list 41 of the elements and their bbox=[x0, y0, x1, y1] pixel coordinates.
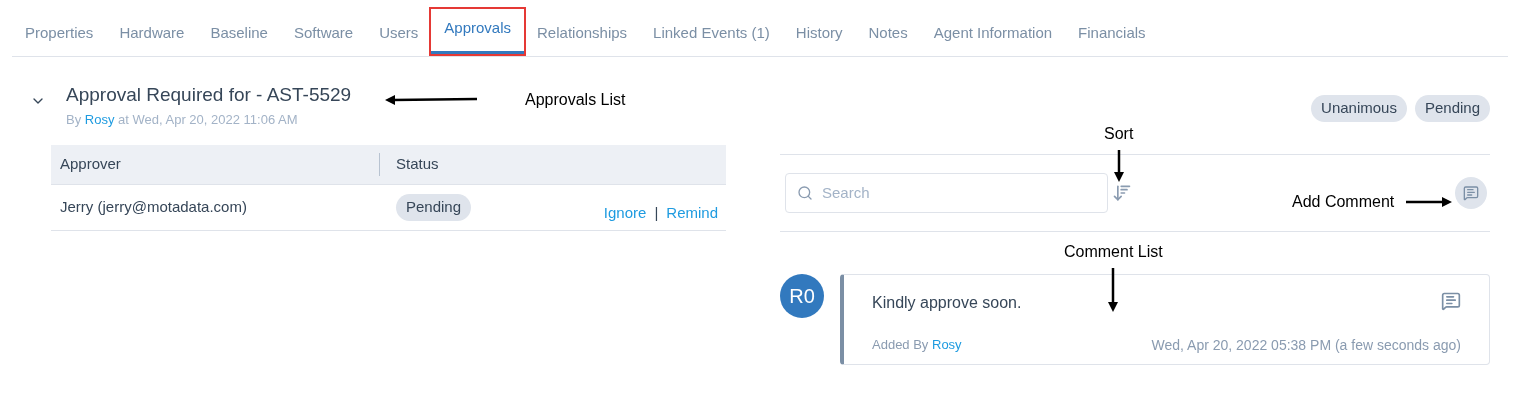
annotation-arrow bbox=[1112, 150, 1125, 182]
approval-title: Approval Required for - AST-5529 bbox=[66, 83, 352, 107]
tab[interactable]: Properties bbox=[12, 13, 107, 56]
annotation-arrow bbox=[1406, 196, 1453, 208]
action-link[interactable]: Remind bbox=[666, 202, 718, 225]
add-comment-button[interactable] bbox=[1455, 176, 1487, 209]
annotation-label: Sort bbox=[1104, 124, 1134, 144]
avatar: R0 bbox=[780, 273, 824, 318]
reply-icon[interactable] bbox=[1441, 290, 1461, 311]
comment-time: Wed, Apr 20, 2022 05:38 PM (a few seconds ago) bbox=[1151, 335, 1461, 355]
annotation-label: Comment List bbox=[1064, 242, 1163, 262]
tag: Pending bbox=[1414, 95, 1490, 122]
tab[interactable]: Software bbox=[280, 13, 367, 56]
tab[interactable]: Notes bbox=[855, 13, 921, 56]
separator: | bbox=[654, 203, 659, 224]
search-icon bbox=[797, 184, 813, 201]
column-header: Approver bbox=[51, 153, 380, 176]
user-link[interactable]: Rosy bbox=[84, 111, 115, 127]
tag: Unanimous bbox=[1311, 95, 1407, 122]
annotation-arrow bbox=[1107, 268, 1120, 312]
action-link[interactable]: Ignore bbox=[603, 202, 647, 225]
comment-author: Added By Rosy bbox=[872, 335, 962, 354]
column-header: Status bbox=[395, 154, 439, 175]
tab[interactable]: Financials bbox=[1065, 13, 1159, 56]
table-cell-text: Jerry (jerry@motadata.com) bbox=[59, 197, 248, 218]
tab[interactable]: Relationships bbox=[524, 13, 641, 56]
comment-icon bbox=[1463, 184, 1479, 201]
tab[interactable]: Approvals bbox=[431, 8, 525, 54]
status-badge: Pending bbox=[396, 194, 472, 221]
comment-text: Kindly approve soon. bbox=[872, 292, 1022, 313]
tab[interactable]: History bbox=[782, 13, 856, 56]
annotation-label: Add Comment bbox=[1292, 192, 1395, 212]
annotation-label: Approvals List bbox=[525, 90, 626, 110]
tab[interactable]: Linked Events (1) bbox=[640, 13, 783, 56]
tab[interactable]: Agent Information bbox=[920, 13, 1066, 56]
tab[interactable]: Hardware bbox=[106, 13, 198, 56]
tab[interactable]: Baseline bbox=[197, 13, 281, 56]
search-field[interactable]: Search bbox=[785, 172, 1108, 213]
user-link[interactable]: Rosy bbox=[932, 336, 962, 352]
approval-meta: By Rosy at Wed, Apr 20, 2022 11:06 AM bbox=[66, 110, 299, 129]
tab[interactable]: Users bbox=[366, 13, 432, 56]
